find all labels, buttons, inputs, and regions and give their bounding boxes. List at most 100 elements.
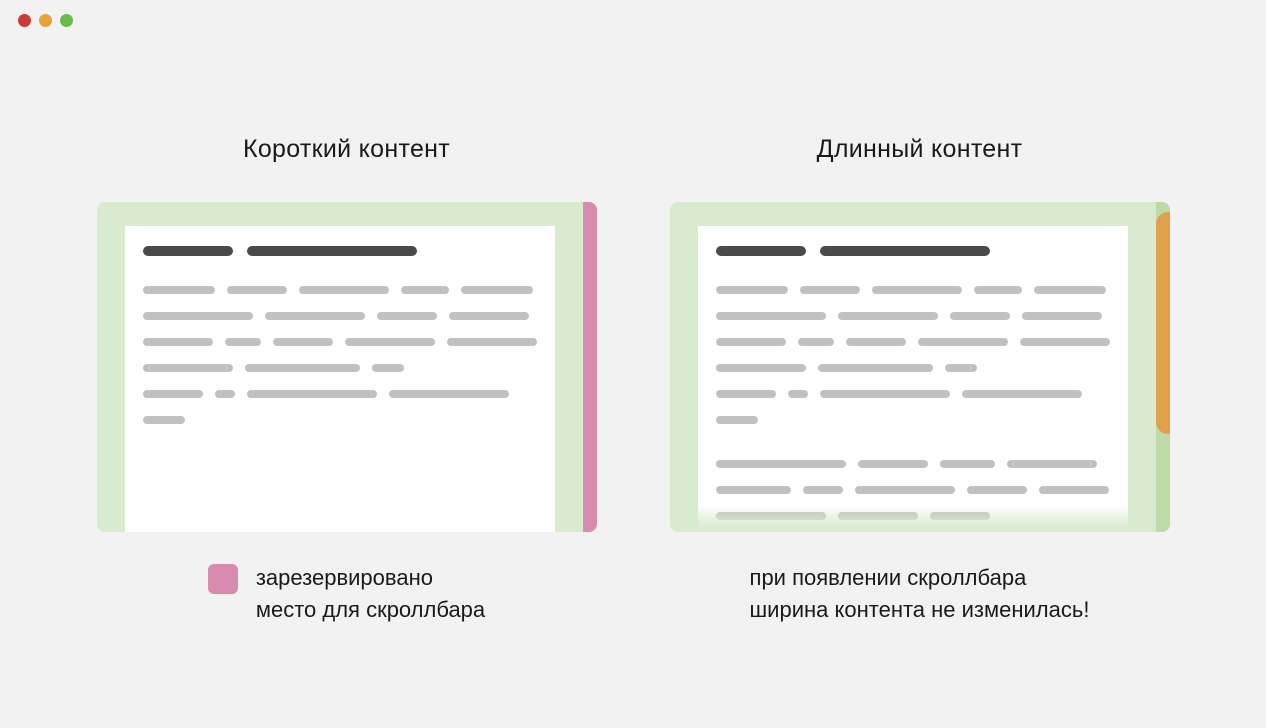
text-row xyxy=(716,364,1110,372)
text-segment xyxy=(215,390,235,398)
text-segment xyxy=(1020,338,1110,346)
heading-segment xyxy=(247,246,417,256)
text-row xyxy=(716,486,1110,494)
close-icon[interactable] xyxy=(18,14,31,27)
text-row xyxy=(143,364,537,372)
text-segment xyxy=(798,338,834,346)
text-segment xyxy=(716,512,826,520)
heading-segment xyxy=(143,246,233,256)
diagram-main: Короткий контент xyxy=(95,135,1171,626)
right-column-title: Длинный контент xyxy=(817,135,1023,164)
text-segment xyxy=(716,338,786,346)
text-segment xyxy=(818,364,933,372)
text-segment xyxy=(858,460,928,468)
window-left-padding xyxy=(97,202,125,532)
text-segment xyxy=(967,486,1027,494)
window-right-padding xyxy=(1128,202,1156,532)
text-row xyxy=(143,312,537,320)
text-segment xyxy=(788,390,808,398)
text-segment xyxy=(345,338,435,346)
text-segment xyxy=(225,338,261,346)
mock-paragraph xyxy=(143,286,537,424)
text-segment xyxy=(716,312,826,320)
text-segment xyxy=(1007,460,1097,468)
reserved-color-swatch xyxy=(208,564,238,594)
text-segment xyxy=(143,416,185,424)
window-traffic-lights xyxy=(18,14,73,27)
text-segment xyxy=(820,390,950,398)
text-segment xyxy=(716,390,776,398)
text-row xyxy=(716,512,1110,520)
window-content-long xyxy=(698,226,1128,532)
right-caption-text: при появлении скроллбара ширина контента… xyxy=(750,562,1090,626)
text-segment xyxy=(855,486,955,494)
text-segment xyxy=(247,390,377,398)
text-segment xyxy=(447,338,537,346)
text-row xyxy=(716,390,1110,398)
left-column-title: Короткий контент xyxy=(243,135,450,164)
heading-segment xyxy=(716,246,806,256)
text-segment xyxy=(449,312,529,320)
text-segment xyxy=(962,390,1082,398)
text-segment xyxy=(716,416,758,424)
text-segment xyxy=(461,286,533,294)
window-left-padding xyxy=(670,202,698,532)
text-row xyxy=(716,338,1110,346)
text-row xyxy=(716,312,1110,320)
scrollbar-thumb[interactable] xyxy=(1156,212,1170,434)
text-segment xyxy=(838,512,918,520)
text-row xyxy=(716,416,1110,424)
mock-window-long xyxy=(670,202,1170,532)
text-segment xyxy=(872,286,962,294)
text-segment xyxy=(716,286,788,294)
left-caption: зарезервировано место для скроллбара xyxy=(208,562,485,626)
text-segment xyxy=(716,460,846,468)
mock-heading xyxy=(143,246,537,256)
mock-paragraph xyxy=(716,286,1110,520)
text-segment xyxy=(372,364,404,372)
right-column: Длинный контент xyxy=(668,135,1171,626)
text-segment xyxy=(143,364,233,372)
zoom-icon[interactable] xyxy=(60,14,73,27)
window-content-short xyxy=(125,226,555,532)
text-segment xyxy=(716,486,791,494)
text-segment xyxy=(1039,486,1109,494)
text-segment xyxy=(143,390,203,398)
scrollbar-track[interactable] xyxy=(1156,202,1170,532)
text-row xyxy=(143,416,537,424)
right-caption: при появлении скроллбара ширина контента… xyxy=(750,562,1090,626)
mock-heading xyxy=(716,246,1110,256)
text-row xyxy=(143,286,537,294)
text-segment xyxy=(800,286,860,294)
text-row xyxy=(716,460,1110,468)
text-segment xyxy=(227,286,287,294)
text-segment xyxy=(377,312,437,320)
text-segment xyxy=(273,338,333,346)
scrollbar-reserved-gutter xyxy=(583,202,597,532)
text-segment xyxy=(838,312,938,320)
heading-segment xyxy=(820,246,990,256)
text-segment xyxy=(940,460,995,468)
left-caption-text: зарезервировано место для скроллбара xyxy=(256,562,485,626)
text-segment xyxy=(945,364,977,372)
text-segment xyxy=(401,286,449,294)
text-segment xyxy=(389,390,509,398)
text-segment xyxy=(143,286,215,294)
text-segment xyxy=(846,338,906,346)
text-segment xyxy=(1034,286,1106,294)
text-segment xyxy=(245,364,360,372)
text-segment xyxy=(143,338,213,346)
left-column: Короткий контент xyxy=(95,135,598,626)
text-segment xyxy=(265,312,365,320)
text-row xyxy=(143,390,537,398)
text-row xyxy=(716,286,1110,294)
text-segment xyxy=(950,312,1010,320)
text-segment xyxy=(930,512,990,520)
text-segment xyxy=(803,486,843,494)
text-segment xyxy=(143,312,253,320)
text-segment xyxy=(918,338,1008,346)
minimize-icon[interactable] xyxy=(39,14,52,27)
text-segment xyxy=(1022,312,1102,320)
window-right-padding xyxy=(555,202,583,532)
mock-window-short xyxy=(97,202,597,532)
